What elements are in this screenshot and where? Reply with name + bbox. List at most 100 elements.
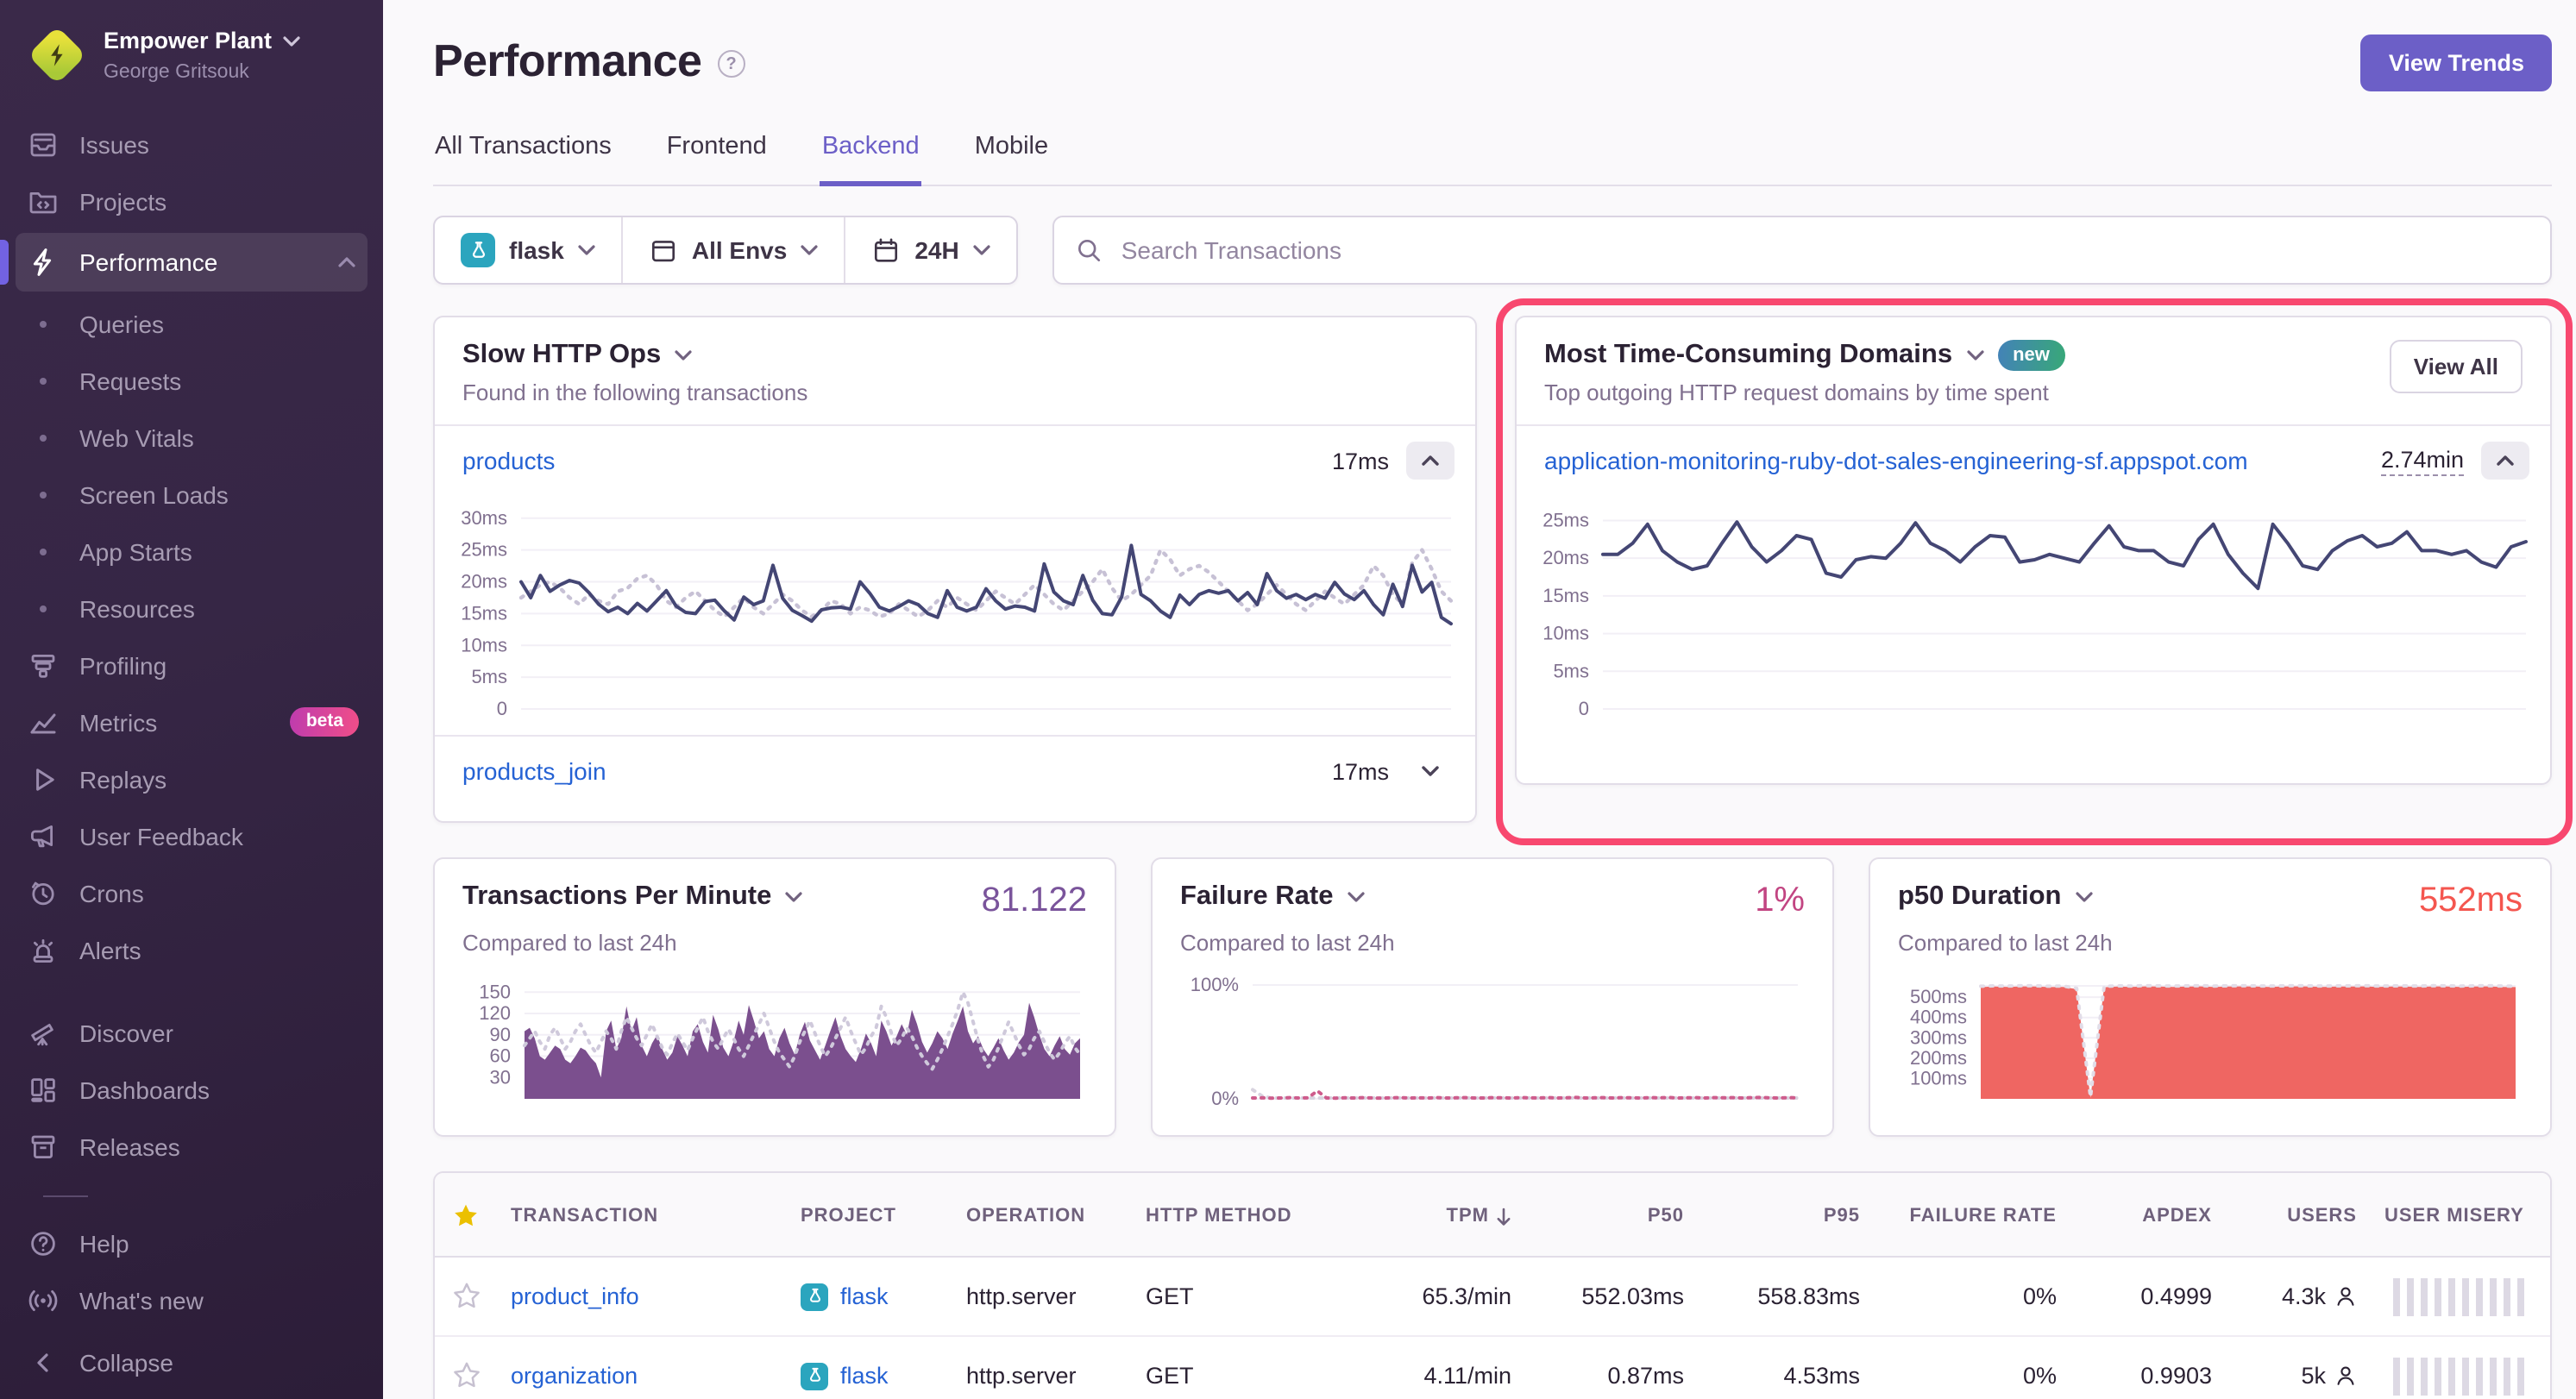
org-switcher[interactable]: Empower Plant George Gritsouk [0,0,383,103]
col-header-http-method[interactable]: HTTP METHOD [1132,1173,1332,1258]
tab-all-transactions[interactable]: All Transactions [433,129,613,186]
sidebar-item-metrics[interactable]: Metrics beta [0,694,383,751]
page-filters: flask All Envs 24H [433,216,1018,285]
app-window: Empower Plant George Gritsouk Issues Pro… [0,0,2576,1399]
table-row-operation: http.server [952,1258,1132,1337]
table-row-tpm: 4.11/min [1332,1337,1525,1399]
collapse-row-button[interactable] [1406,442,1454,480]
star-outline-icon [451,1282,481,1311]
sidebar-item-resources[interactable]: Resources [0,580,383,637]
sidebar-item-screen-loads[interactable]: Screen Loads [0,467,383,524]
domains-title-dropdown[interactable]: Most Time-Consuming Domains new [1544,340,2065,371]
col-header-user-misery[interactable]: USER MISERY [2371,1173,2552,1258]
table-row-operation: http.server [952,1337,1132,1399]
sidebar-item-label: Crons [79,880,144,907]
star-column-header[interactable] [435,1173,497,1258]
chevron-down-icon [1966,350,1983,361]
sidebar-nav: Issues Projects Performance Queries [0,116,383,1399]
calendar-icon [871,235,901,265]
sidebar-item-performance[interactable]: Performance [16,234,368,292]
svg-text:300ms: 300ms [1910,1026,1967,1048]
tpm-subtitle: Compared to last 24h [462,930,1087,956]
svg-text:90: 90 [490,1024,511,1045]
svg-text:25ms: 25ms [461,539,507,561]
sidebar-item-projects[interactable]: Projects [0,173,383,230]
user-icon [2334,1285,2357,1308]
project-link[interactable]: flask [840,1283,889,1309]
help-tooltip-icon[interactable]: ? [717,50,745,78]
projects-icon [28,186,59,217]
transaction-link-products-join[interactable]: products_join [462,757,1332,785]
table-row-apdex: 0.9903 [2070,1337,2226,1399]
svg-text:20ms: 20ms [461,571,507,593]
tpm-title-dropdown[interactable]: Transactions Per Minute [462,881,802,913]
sidebar-item-queries[interactable]: Queries [0,296,383,353]
most-time-consuming-domains-wrapper: Most Time-Consuming Domains new Top outg… [1515,316,2552,823]
sidebar-item-label: Alerts [79,937,141,964]
sidebar-item-label: Dashboards [79,1076,210,1104]
issues-icon [28,129,59,160]
sidebar-item-label: Issues [79,131,149,159]
sidebar-item-user-feedback[interactable]: User Feedback [0,808,383,865]
p50-title-dropdown[interactable]: p50 Duration [1898,881,2092,913]
sidebar-item-help[interactable]: Help [0,1215,383,1272]
col-header-failure-rate[interactable]: FAILURE RATE [1874,1173,2070,1258]
transaction-link-products[interactable]: products [462,447,1332,474]
col-header-apdex[interactable]: APDEX [2070,1173,2226,1258]
domain-duration-chart: 25ms20ms15ms10ms5ms0 [1524,497,2533,718]
view-trends-button[interactable]: View Trends [2361,35,2552,91]
sidebar-item-crons[interactable]: Crons [0,865,383,922]
environment-filter[interactable]: All Envs [621,217,845,283]
sidebar-collapse-button[interactable]: Collapse [0,1329,383,1398]
sidebar-item-app-starts[interactable]: App Starts [0,524,383,580]
star-outline-icon [451,1361,481,1390]
tab-frontend[interactable]: Frontend [665,129,769,186]
transaction-link[interactable]: product_info [511,1283,639,1309]
chevron-down-icon [282,37,299,47]
date-range-filter[interactable]: 24H [844,217,1015,283]
col-header-users[interactable]: USERS [2226,1173,2371,1258]
view-all-button[interactable]: View All [2390,340,2523,393]
project-filter[interactable]: flask [435,217,621,283]
sidebar-item-label: Collapse [79,1350,173,1377]
replays-icon [28,764,59,795]
domain-link[interactable]: application-monitoring-ruby-dot-sales-en… [1544,447,2381,474]
sidebar-item-label: Resources [79,595,195,623]
chevron-down-icon [1347,892,1364,902]
star-toggle[interactable] [435,1258,497,1337]
tab-backend[interactable]: Backend [820,129,921,186]
table-row-p95: 4.53ms [1698,1337,1874,1399]
lightning-logo-icon [41,40,72,71]
col-header-p95[interactable]: P95 [1698,1173,1874,1258]
failure-rate-title-dropdown[interactable]: Failure Rate [1180,881,1364,913]
search-input[interactable] [1118,235,2529,266]
star-toggle[interactable] [435,1337,497,1399]
sidebar-item-profiling[interactable]: Profiling [0,637,383,694]
date-range-value: 24H [914,236,958,264]
sidebar-item-web-vitals[interactable]: Web Vitals [0,410,383,467]
project-link[interactable]: flask [840,1363,889,1389]
tab-mobile[interactable]: Mobile [973,129,1050,186]
expand-row-button[interactable] [1406,752,1454,790]
collapse-row-button[interactable] [2481,442,2529,480]
col-header-tpm[interactable]: TPM [1332,1173,1525,1258]
sidebar-item-label: Requests [79,367,181,395]
col-header-transaction[interactable]: TRANSACTION [497,1173,787,1258]
sidebar-item-releases[interactable]: Releases [0,1119,383,1176]
sidebar-item-requests[interactable]: Requests [0,353,383,410]
slow-http-ops-title-dropdown[interactable]: Slow HTTP Ops [462,340,1448,371]
sidebar-item-label: User Feedback [79,823,243,850]
sidebar-item-discover[interactable]: Discover [0,1005,383,1062]
sidebar-item-alerts[interactable]: Alerts [0,922,383,979]
col-header-operation[interactable]: OPERATION [952,1173,1132,1258]
col-header-p50[interactable]: P50 [1525,1173,1698,1258]
sidebar-item-label: Releases [79,1133,180,1161]
sidebar-item-issues[interactable]: Issues [0,116,383,173]
profiling-icon [28,650,59,681]
sidebar-item-replays[interactable]: Replays [0,751,383,808]
sidebar-item-whats-new[interactable]: What's new [0,1272,383,1329]
page-title: Performance ? [433,35,745,88]
col-header-project[interactable]: PROJECT [787,1173,952,1258]
sidebar-item-dashboards[interactable]: Dashboards [0,1062,383,1119]
transaction-link[interactable]: organization [511,1363,638,1389]
